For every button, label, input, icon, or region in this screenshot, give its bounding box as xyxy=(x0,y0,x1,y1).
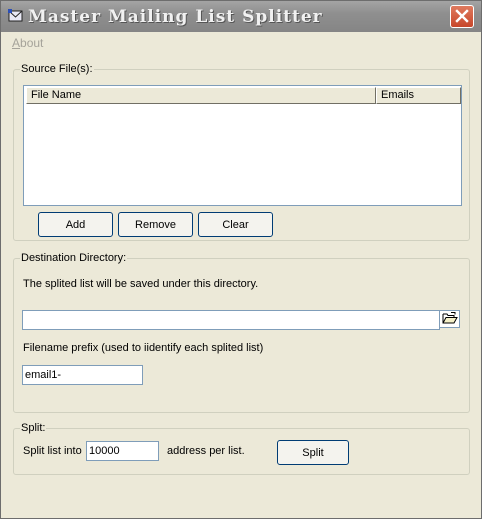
filename-prefix-label: Filename prefix (used to iidentify each … xyxy=(23,342,264,354)
app-icon xyxy=(8,9,24,23)
main-window: Master Mailing List Splitter About Sourc… xyxy=(0,0,482,519)
menu-about-rest: bout xyxy=(20,36,44,50)
address-per-list-label: address per list. xyxy=(167,445,245,457)
remove-button[interactable]: Remove xyxy=(118,212,193,237)
close-icon xyxy=(455,9,469,23)
menu-about-accel: A xyxy=(12,36,21,50)
split-button[interactable]: Split xyxy=(277,440,349,465)
close-button[interactable] xyxy=(450,5,474,28)
column-emails[interactable]: Emails xyxy=(376,87,461,104)
browse-directory-button[interactable] xyxy=(440,310,460,328)
file-list-header: File Name Emails xyxy=(26,87,461,104)
clear-button[interactable]: Clear xyxy=(198,212,273,237)
window-title: Master Mailing List Splitter xyxy=(28,7,323,27)
split-legend: Split: xyxy=(21,422,46,434)
add-button[interactable]: Add xyxy=(38,212,113,237)
column-file-name[interactable]: File Name xyxy=(26,87,376,104)
split-list-into-label: Split list into xyxy=(23,445,82,457)
destination-group: Destination Directory: xyxy=(13,252,470,413)
filename-prefix-input[interactable] xyxy=(22,365,143,385)
source-files-legend: Source File(s): xyxy=(21,63,93,75)
title-bar[interactable]: Master Mailing List Splitter xyxy=(1,1,481,32)
split-count-input[interactable] xyxy=(86,441,159,461)
menu-about[interactable]: About xyxy=(12,36,43,50)
destination-hint: The splited list will be saved under thi… xyxy=(23,278,259,290)
folder-open-icon xyxy=(442,312,458,324)
source-file-list[interactable]: File Name Emails xyxy=(23,85,462,206)
destination-legend: Destination Directory: xyxy=(21,252,127,264)
destination-directory-input[interactable] xyxy=(22,310,440,330)
menu-bar: About xyxy=(1,32,481,52)
